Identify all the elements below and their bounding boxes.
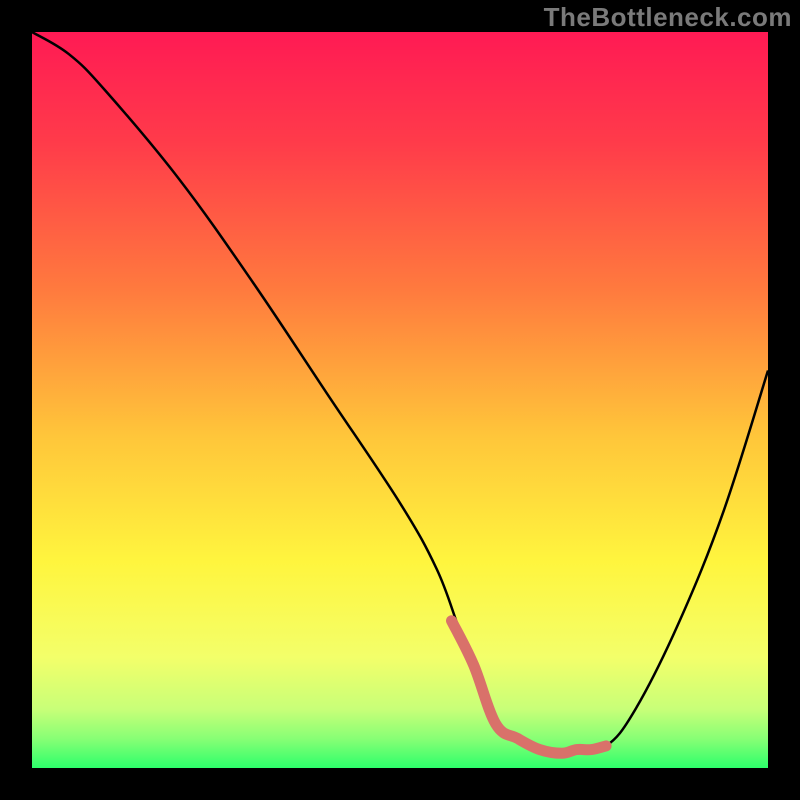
plot-area: [32, 32, 768, 768]
bottleneck-chart: [32, 32, 768, 768]
watermark-text: TheBottleneck.com: [544, 2, 792, 33]
chart-container: TheBottleneck.com: [0, 0, 800, 800]
gradient-background: [32, 32, 768, 768]
